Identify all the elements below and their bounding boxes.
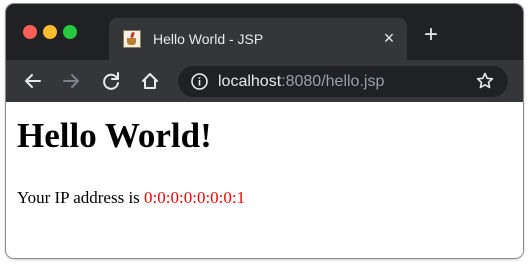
ip-label: Your IP address is: [17, 188, 140, 207]
address-bar[interactable]: localhost:8080/hello.jsp: [178, 66, 508, 97]
url-text[interactable]: localhost:8080/hello.jsp: [218, 73, 384, 91]
tab-hello-world[interactable]: Hello World - JSP ×: [109, 18, 407, 60]
close-icon[interactable]: ×: [380, 28, 398, 48]
home-icon[interactable]: [137, 68, 163, 94]
tab-strip: Hello World - JSP × +: [6, 4, 523, 60]
browser-window: Hello World - JSP × + localhost:8080/hel…: [6, 4, 523, 258]
back-arrow-icon[interactable]: [20, 68, 46, 94]
tab-title: Hello World - JSP: [153, 31, 264, 47]
java-coffee-cup-icon: [123, 30, 141, 48]
forward-arrow-icon[interactable]: [58, 68, 84, 94]
browser-toolbar: localhost:8080/hello.jsp: [6, 60, 523, 102]
window-minimize-button[interactable]: [43, 25, 57, 39]
page-content: Hello World! Your IP address is 0:0:0:0:…: [6, 102, 523, 258]
plus-icon[interactable]: +: [422, 23, 440, 47]
ip-value: 0:0:0:0:0:0:0:1: [144, 188, 246, 207]
window-maximize-button[interactable]: [63, 25, 77, 39]
info-icon[interactable]: [190, 72, 209, 91]
url-host: localhost: [218, 73, 282, 90]
star-icon[interactable]: [475, 71, 495, 91]
ip-address-line: Your IP address is 0:0:0:0:0:0:0:1: [17, 188, 245, 208]
page-heading: Hello World!: [17, 116, 212, 155]
url-path: :8080/hello.jsp: [281, 73, 385, 90]
window-close-button[interactable]: [23, 25, 37, 39]
reload-icon[interactable]: [98, 68, 124, 94]
